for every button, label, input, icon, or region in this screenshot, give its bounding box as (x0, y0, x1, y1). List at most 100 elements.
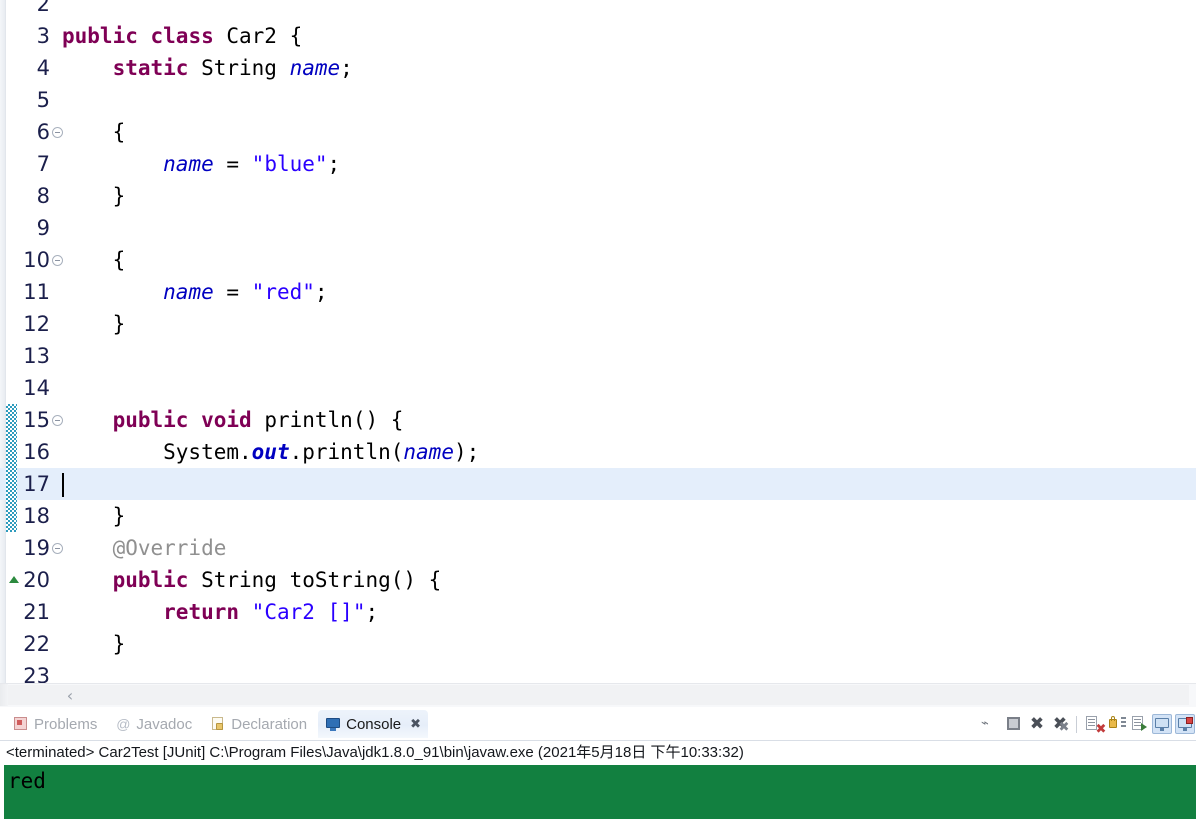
code-line[interactable]: 6 { (0, 116, 1196, 148)
code-lines-container[interactable]: 2 3 public class Car2 {4 static String nam… (0, 0, 1196, 683)
code-text: } (62, 628, 126, 660)
console-output-area[interactable]: red (4, 765, 1196, 819)
code-token: } (62, 312, 126, 336)
console-view-panel: Problems @ Javadoc Declaration Console ✖ ⌁ ✖ … (0, 707, 1196, 819)
scroll-left-button[interactable]: ‹ (56, 684, 84, 706)
console-icon (325, 716, 341, 732)
remove-all-terminated-icon[interactable]: ✖ ✖ (1050, 714, 1070, 736)
code-text: } (62, 180, 126, 212)
code-line[interactable]: 15 public void println() { (0, 404, 1196, 436)
code-line[interactable]: 11 name = "red"; (0, 276, 1196, 308)
code-token: name (163, 280, 214, 304)
code-line[interactable]: 17 (0, 468, 1196, 500)
code-line[interactable]: 4 static String name; (0, 52, 1196, 84)
editor-horizontal-scrollbar[interactable]: ‹ (0, 683, 1196, 707)
code-line[interactable]: 21 return "Car2 []"; (0, 596, 1196, 628)
code-text: System.out.println(name); (62, 436, 479, 468)
tab-declaration[interactable]: Declaration (203, 710, 314, 738)
tab-javadoc[interactable]: @ Javadoc (108, 710, 199, 738)
word-wrap-icon[interactable] (1130, 714, 1150, 734)
display-selected-console-icon[interactable] (1152, 714, 1172, 734)
code-line[interactable]: 13 (0, 340, 1196, 372)
stop-square-glyph (1007, 717, 1020, 730)
code-line[interactable]: 10 { (0, 244, 1196, 276)
code-token: ; (314, 280, 328, 304)
code-line[interactable]: 9 (0, 212, 1196, 244)
code-token: System. (62, 440, 252, 464)
terminate-all-glyph: ⌁ (981, 716, 989, 731)
scroll-lock-icon[interactable] (1107, 714, 1127, 734)
java-editor[interactable]: 2 3 public class Car2 {4 static String nam… (0, 0, 1196, 683)
code-line[interactable]: 8 } (0, 180, 1196, 212)
line-number: 20 (23, 568, 50, 592)
code-line[interactable]: 18 } (0, 500, 1196, 532)
code-line[interactable]: 16 System.out.println(name); (0, 436, 1196, 468)
problems-icon (13, 716, 29, 732)
terminate-all-icon[interactable]: ⌁ (978, 714, 998, 734)
code-text: return "Car2 []"; (62, 596, 378, 628)
line-number: 12 (23, 312, 50, 336)
code-token: } (62, 184, 126, 208)
code-text: public class Car2 { (62, 20, 302, 52)
line-number: 11 (23, 280, 50, 304)
code-text: } (62, 308, 126, 340)
code-line[interactable]: 23 (0, 660, 1196, 683)
code-line[interactable]: 22 } (0, 628, 1196, 660)
code-token: println() { (251, 408, 404, 432)
document-lines-glyph (1088, 719, 1095, 720)
code-line[interactable]: 14 (0, 372, 1196, 404)
view-tab-bar: Problems @ Javadoc Declaration Console ✖ ⌁ ✖ … (0, 707, 1196, 741)
line-number: 5 (36, 88, 50, 112)
code-text: @Override (62, 532, 227, 564)
code-token: = (213, 280, 252, 304)
monitor-stand-glyph (1160, 728, 1164, 731)
code-text: static String name; (62, 52, 353, 84)
console-status-line: <terminated> Car2Test [JUnit] C:\Program… (0, 741, 1196, 765)
code-text: { (62, 244, 126, 276)
clear-console-icon[interactable]: ✖ (1084, 714, 1106, 737)
lock-glyph (1109, 716, 1117, 728)
scrollbar-track[interactable] (7, 685, 1189, 705)
line-number: 22 (23, 632, 50, 656)
code-token: ; (327, 152, 341, 176)
line-number: 23 (23, 664, 50, 683)
tab-console[interactable]: Console ✖ (318, 710, 429, 738)
code-text: name = "blue"; (62, 148, 340, 180)
code-token: String toString() { (188, 568, 442, 592)
code-token: static (112, 56, 189, 80)
line-number: 17 (23, 472, 50, 496)
remove-launch-icon[interactable]: ✖ (1027, 714, 1047, 734)
code-token: "Car2 []" (251, 600, 366, 624)
code-token: Car2 { (213, 24, 303, 48)
code-text: public void println() { (62, 404, 404, 436)
document-lines-glyph (1134, 719, 1141, 720)
code-line[interactable]: 2 (0, 0, 1196, 20)
code-line[interactable]: 5 (0, 84, 1196, 116)
stop-icon[interactable] (1004, 714, 1024, 734)
console-badge-glyph (1186, 717, 1193, 724)
code-line[interactable]: 19 @Override (0, 532, 1196, 564)
code-text: public String toString() { (62, 564, 442, 596)
tab-label: Problems (34, 715, 98, 733)
code-token: } (62, 504, 126, 528)
tab-label: Declaration (231, 715, 308, 733)
tab-problems[interactable]: Problems (6, 710, 104, 738)
line-number: 2 (36, 0, 50, 16)
code-line[interactable]: 12 } (0, 308, 1196, 340)
x-glyph-small: ✖ (1058, 720, 1070, 735)
close-icon[interactable]: ✖ (410, 717, 421, 732)
code-line[interactable]: 3 public class Car2 { (0, 20, 1196, 52)
line-number: 3 (36, 24, 50, 48)
code-line[interactable]: 7 name = "blue"; (0, 148, 1196, 180)
open-console-icon[interactable] (1175, 714, 1195, 734)
monitor-glyph (1155, 718, 1169, 728)
code-line[interactable]: 20 public String toString() { (0, 564, 1196, 596)
code-token: "blue" (251, 152, 328, 176)
code-text: { (62, 116, 126, 148)
